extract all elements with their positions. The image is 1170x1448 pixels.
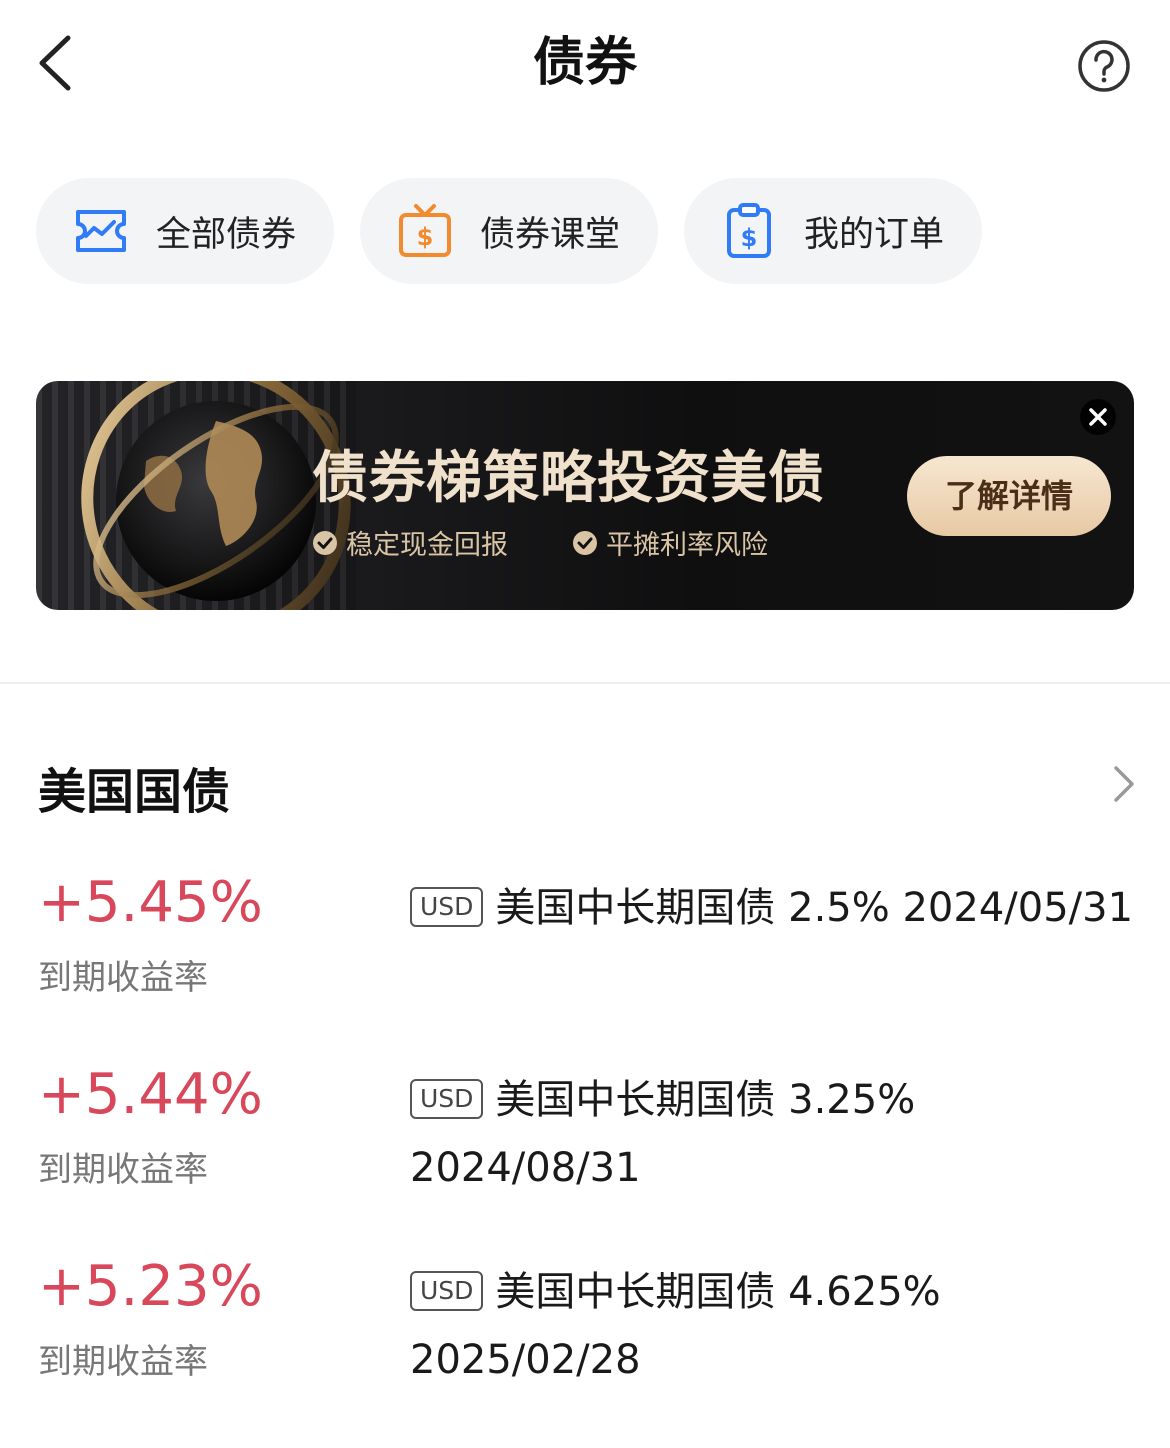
bond-row[interactable]: +5.44% 到期收益率 USD 美国中长期国债 3.25% 2024/08/31 bbox=[0, 1060, 1170, 1220]
quick-entry-row: 全部债券 $ 债券课堂 $ 我的订单 bbox=[36, 178, 1136, 284]
bond-row[interactable]: +5.45% 到期收益率 USD 美国中长期国债 2.5% 2024/05/31 bbox=[0, 868, 1170, 1028]
bond-name: USD 美国中长期国债 4.625% 2025/02/28 bbox=[410, 1258, 970, 1394]
chevron-left-icon bbox=[39, 35, 71, 91]
bond-row[interactable]: +5.23% 到期收益率 USD 美国中长期国债 4.625% 2025/02/2… bbox=[0, 1252, 1170, 1412]
bond-name-text: 美国中长期国债 4.625% 2025/02/28 bbox=[410, 1269, 941, 1383]
banner-feature: 稳定现金回报 bbox=[312, 523, 508, 562]
check-circle-icon bbox=[313, 530, 337, 555]
currency-tag: USD bbox=[410, 1271, 484, 1311]
section-more-button[interactable] bbox=[1104, 762, 1144, 806]
bond-yield-label: 到期收益率 bbox=[38, 1150, 208, 1190]
clipboard-dollar-icon: $ bbox=[727, 203, 771, 258]
bond-yield: +5.45% bbox=[38, 870, 263, 935]
bond-name: USD 美国中长期国债 2.5% 2024/05/31 bbox=[410, 874, 1140, 942]
bond-class-label: 债券课堂 bbox=[480, 214, 621, 255]
bond-yield: +5.44% bbox=[38, 1062, 263, 1127]
banner-title: 债券梯策略投资美债 bbox=[312, 446, 825, 511]
bond-yield-label: 到期收益率 bbox=[38, 1342, 208, 1382]
page-title: 债券 bbox=[532, 33, 637, 93]
banner-close-button[interactable] bbox=[1079, 398, 1117, 436]
bond-yield: +5.23% bbox=[38, 1254, 263, 1319]
check-circle-icon bbox=[573, 530, 597, 555]
currency-tag: USD bbox=[410, 887, 484, 927]
chart-ticket-icon bbox=[76, 210, 126, 252]
question-circle-icon bbox=[1078, 40, 1130, 92]
bond-yield-label: 到期收益率 bbox=[38, 958, 208, 998]
back-button[interactable] bbox=[22, 28, 92, 98]
all-bonds-button[interactable]: 全部债券 bbox=[36, 178, 334, 284]
bond-name: USD 美国中长期国债 3.25% 2024/08/31 bbox=[410, 1066, 930, 1202]
my-orders-button[interactable]: $ 我的订单 bbox=[684, 178, 982, 284]
bond-name-text: 美国中长期国债 2.5% 2024/05/31 bbox=[495, 885, 1134, 931]
promo-banner[interactable]: 债券梯策略投资美债 稳定现金回报 平摊利率风险 了解详情 bbox=[36, 381, 1134, 610]
svg-text:$: $ bbox=[741, 224, 758, 252]
currency-tag: USD bbox=[410, 1079, 484, 1119]
banner-feature: 平摊利率风险 bbox=[572, 523, 768, 562]
close-icon bbox=[1080, 399, 1116, 435]
section-title: 美国国债 bbox=[38, 764, 231, 820]
section-divider bbox=[0, 682, 1170, 684]
bond-name-text: 美国中长期国债 3.25% 2024/08/31 bbox=[410, 1077, 916, 1191]
learn-more-button[interactable]: 了解详情 bbox=[907, 456, 1111, 536]
all-bonds-label: 全部债券 bbox=[156, 214, 297, 255]
help-button[interactable] bbox=[1074, 36, 1134, 96]
my-orders-label: 我的订单 bbox=[804, 214, 945, 255]
bond-page: 债券 全部债券 $ 债券课堂 $ 我的订单 债券梯策略投资美债 稳定现金回报 平… bbox=[0, 0, 1170, 1448]
chevron-right-icon bbox=[1114, 766, 1134, 802]
banner-feature-text: 平摊利率风险 bbox=[606, 530, 768, 561]
svg-text:$: $ bbox=[417, 223, 434, 251]
banner-feature-text: 稳定现金回报 bbox=[346, 530, 508, 561]
bond-class-button[interactable]: $ 债券课堂 bbox=[360, 178, 658, 284]
tv-dollar-icon: $ bbox=[399, 204, 451, 257]
